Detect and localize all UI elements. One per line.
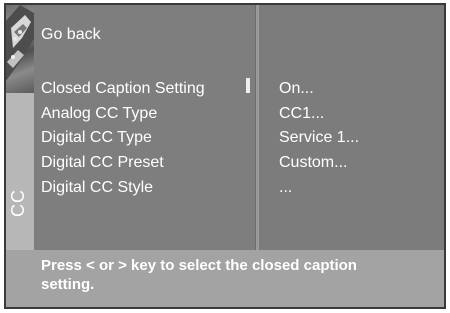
analog-cc-type-value[interactable]: CC1...: [279, 104, 324, 124]
selected-item-marker: [246, 78, 250, 93]
digital-cc-type-menu-item[interactable]: Digital CC Type: [41, 128, 152, 148]
digital-cc-style-menu-item[interactable]: Digital CC Style: [41, 178, 153, 198]
go-back-menu-item[interactable]: Go back: [41, 26, 101, 44]
digital-cc-type-value[interactable]: Service 1...: [279, 128, 359, 148]
closed-caption-setting-value[interactable]: On...: [279, 79, 314, 99]
digital-cc-style-value[interactable]: ...: [279, 178, 292, 198]
cc-side-label: CC: [8, 189, 28, 217]
side-strip: CC: [6, 5, 34, 250]
digital-cc-preset-menu-item[interactable]: Digital CC Preset: [41, 153, 164, 173]
help-text: Press < or > key to select the closed ca…: [41, 257, 357, 293]
analog-cc-type-menu-item[interactable]: Analog CC Type: [41, 104, 157, 124]
remote-control-photo-icon: [6, 5, 34, 93]
digital-cc-preset-value[interactable]: Custom...: [279, 153, 347, 173]
closed-caption-setting-menu-item[interactable]: Closed Caption Setting: [41, 79, 205, 99]
